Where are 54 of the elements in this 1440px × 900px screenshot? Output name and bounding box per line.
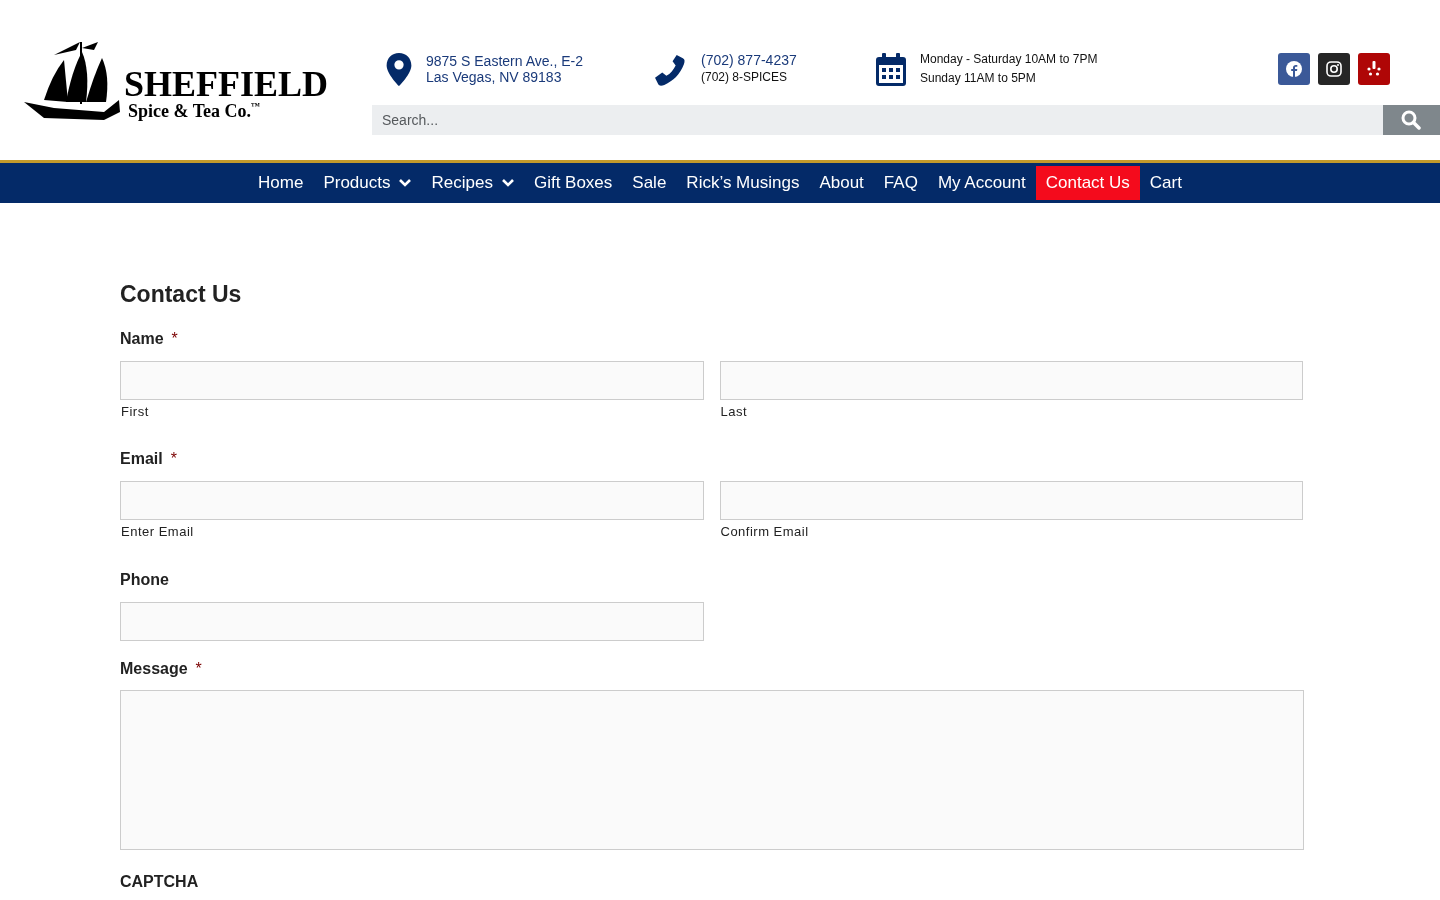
input-field[interactable] — [120, 360, 704, 400]
nav-link[interactable]: Contact Us — [1035, 166, 1140, 200]
logo-text: SHEFFIELD — [124, 66, 329, 102]
page-title: Contact Us — [120, 280, 243, 309]
nav-link[interactable]: Sale — [622, 166, 677, 200]
search-field[interactable]: Search... — [372, 105, 1383, 135]
field-label: Email — [120, 449, 163, 469]
instagram-icon — [1326, 61, 1342, 77]
social-button[interactable] — [1358, 53, 1390, 85]
nav-link[interactable]: About — [809, 166, 874, 200]
nav-link[interactable]: Gift Boxes — [523, 166, 623, 200]
hours-text: Sunday 11AM to 5PM — [920, 70, 1037, 87]
address-link[interactable]: Las Vegas, NV 89183 — [426, 69, 583, 85]
field-label: Message — [120, 658, 188, 679]
field-sublabel: Enter Email — [121, 523, 195, 541]
nav-link[interactable]: My Account — [927, 166, 1036, 200]
calendar-icon — [876, 52, 906, 86]
phone-text: (702) 8-SPICES — [701, 68, 789, 86]
nav-link[interactable]: FAQ — [873, 166, 928, 200]
field-label: Name — [120, 328, 164, 349]
input-field[interactable] — [120, 481, 704, 520]
address-link[interactable]: 9875 S Eastern Ave., E-2 — [426, 53, 583, 69]
input-field[interactable] — [719, 360, 1303, 400]
logo-tagline: Spice & Tea Co.™ — [127, 102, 261, 120]
input-field[interactable] — [719, 481, 1303, 520]
phone-link[interactable]: (702) 877-4237 — [701, 51, 797, 68]
hours-text: Monday - Saturday 10AM to 7PM — [920, 51, 1098, 68]
field-sublabel: Confirm Email — [720, 523, 810, 541]
logo[interactable]: SHEFFIELD Spice & Tea Co.™ — [24, 40, 348, 120]
input-field[interactable] — [120, 601, 704, 641]
chevron-down-icon — [399, 179, 412, 187]
facebook-icon — [1286, 61, 1302, 77]
field-sublabel: First — [121, 402, 150, 421]
required-mark: * — [171, 328, 178, 349]
search-button[interactable] — [1382, 105, 1440, 135]
nav-link[interactable]: Rick’s Musings — [676, 166, 810, 200]
required-mark: * — [170, 449, 177, 469]
map-pin-icon — [386, 52, 412, 86]
field-label: CAPTCHA — [120, 871, 199, 892]
social-button[interactable] — [1318, 53, 1350, 85]
nav-link[interactable]: Cart — [1139, 166, 1192, 200]
message-field[interactable] — [120, 689, 1304, 850]
search-icon — [1401, 110, 1422, 130]
phone-icon — [654, 52, 687, 86]
field-sublabel: Last — [720, 402, 749, 421]
required-mark: * — [195, 658, 202, 679]
nav-link[interactable]: Home — [248, 166, 314, 200]
social-button[interactable] — [1278, 53, 1310, 85]
yelp-icon — [1366, 61, 1382, 77]
chevron-down-icon — [501, 179, 514, 187]
nav-link[interactable]: Products — [313, 166, 422, 200]
trademark-mark: ™ — [251, 101, 260, 111]
field-label: Phone — [120, 569, 169, 590]
nav-link[interactable]: Recipes — [421, 166, 524, 200]
